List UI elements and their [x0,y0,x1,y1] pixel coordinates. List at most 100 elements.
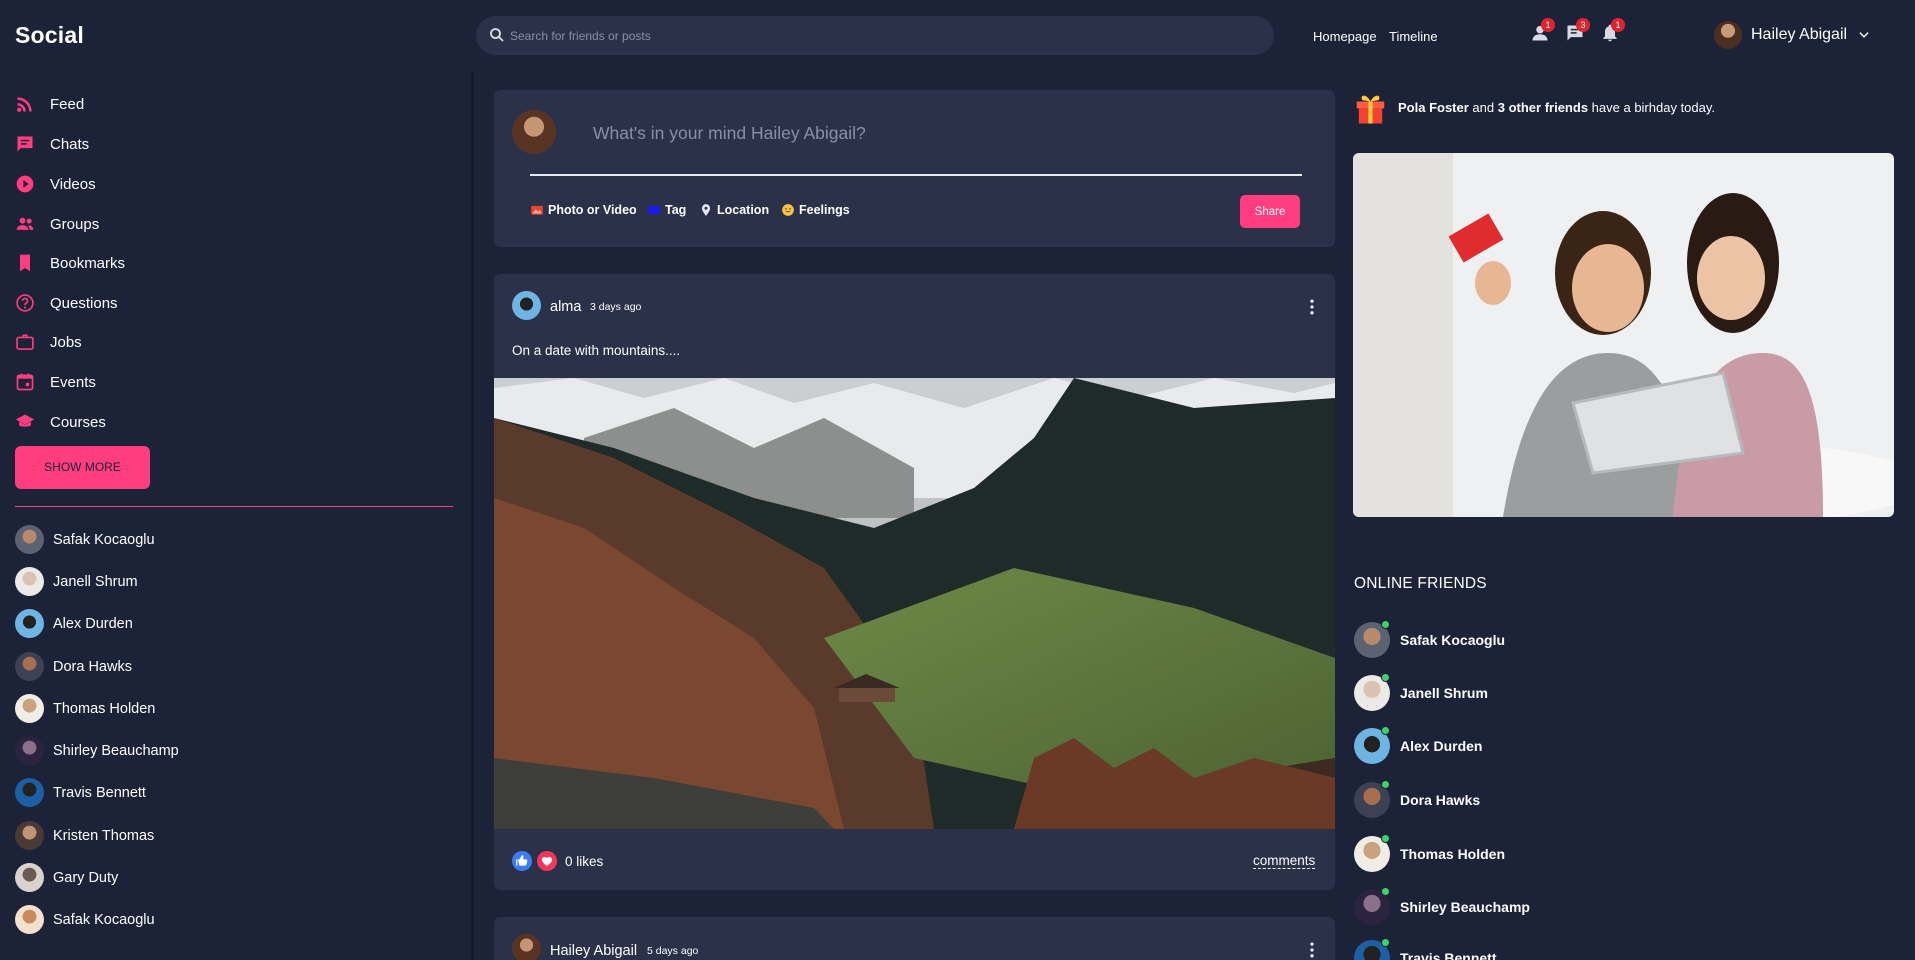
online-friend[interactable]: Travis Bennett [1354,938,1497,960]
sidebar-item-label: Videos [50,175,96,193]
friend-name: Safak Kocaoglu [53,531,155,548]
birthday-friend-name[interactable]: Pola Foster [1398,100,1469,115]
avatar [15,609,44,638]
post-card: alma 3 days ago On a date with mountains… [494,274,1335,890]
sidebar-friend[interactable]: Gary Duty [15,863,118,892]
birthday-suffix: have a birhday today. [1591,99,1716,115]
sidebar-friend[interactable]: Travis Bennett [15,778,146,807]
comments-link[interactable]: comments [1253,853,1316,869]
show-more-button[interactable]: SHOW MORE [15,446,150,489]
sidebar-friend[interactable]: Thomas Holden [15,694,155,723]
chevron-down-icon [1859,32,1869,38]
tag-icon [648,205,660,215]
ad-image[interactable] [1353,153,1894,517]
gift-icon [1356,95,1385,124]
friend-requests-button[interactable]: 1 [1530,18,1555,45]
post-author[interactable]: Hailey Abigail [550,943,637,959]
tag-option[interactable]: Tag [647,203,686,217]
sidebar-friend[interactable]: Kristen Thomas [15,821,154,850]
more-vertical-icon[interactable] [1302,297,1322,317]
search-input[interactable] [510,16,1250,55]
post-time: 5 days ago [647,945,699,957]
sidebar-item-label: Events [50,373,96,391]
share-button[interactable]: Share [1240,195,1300,228]
composer-input[interactable]: What's in your mind Hailey Abigail? [593,123,866,144]
photo-icon [531,205,543,215]
profile-menu[interactable]: Hailey Abigail [1714,21,1871,49]
sidebar-item-jobs[interactable]: Jobs [15,330,82,354]
friend-name: Safak Kocaoglu [53,911,155,928]
friend-name: Shirley Beauchamp [53,742,179,759]
sidebar-friend[interactable]: Janell Shrum [15,567,138,596]
app-logo[interactable]: Social [15,22,84,49]
location-option[interactable]: Location [699,203,769,217]
avatar[interactable] [512,291,541,320]
bookmark-icon [20,254,30,272]
more-vertical-icon[interactable] [1302,940,1322,960]
online-indicator [1381,938,1390,947]
like-button[interactable] [512,851,532,871]
sidebar-item-courses[interactable]: Courses [15,410,106,434]
option-label: Photo or Video [548,203,637,217]
sidebar-item-videos[interactable]: Videos [15,172,96,196]
avatar [15,525,44,554]
search-bar[interactable] [476,16,1274,55]
notifications-badge: 1 [1611,18,1625,32]
sidebar-item-questions[interactable]: Questions [15,291,118,315]
avatar [15,905,44,934]
notifications-button[interactable]: 1 [1600,18,1625,45]
avatar[interactable] [512,934,541,960]
online-indicator [1381,673,1390,682]
composer-underline [530,174,1302,176]
sidebar-item-feed[interactable]: Feed [15,92,84,116]
sidebar-item-events[interactable]: Events [15,370,96,394]
sidebar-item-groups[interactable]: Groups [15,212,99,236]
post-time: 3 days ago [590,301,642,313]
online-friend[interactable]: Janell Shrum [1354,673,1488,711]
birthday-others[interactable]: 3 other friends [1498,100,1588,115]
online-friend[interactable]: Alex Durden [1354,726,1483,764]
online-indicator [1381,887,1390,896]
avatar [1714,21,1742,49]
friend-name: Safak Kocaoglu [1400,632,1506,648]
sidebar-friend[interactable]: Safak Kocaoglu [15,525,155,554]
sidebar-friend[interactable]: Dora Hawks [15,652,132,681]
sidebar-scrollbar[interactable] [471,72,474,960]
friend-name: Travis Bennett [1400,950,1497,960]
page-scrollbar[interactable] [1896,0,1915,960]
post-photo[interactable] [494,378,1335,829]
photo-video-option[interactable]: Photo or Video [530,203,637,217]
love-button[interactable] [537,851,557,871]
friend-name: Thomas Holden [53,700,156,717]
online-friend[interactable]: Shirley Beauchamp [1354,887,1530,925]
option-label: Location [717,203,770,217]
online-friend[interactable]: Safak Kocaoglu [1354,620,1506,658]
calendar-icon [16,373,34,391]
post-text: On a date with mountains.... [512,343,681,358]
messages-button[interactable]: 3 [1565,18,1590,45]
avatar [15,736,44,765]
avatar [15,863,44,892]
profile-name: Hailey Abigail [1751,26,1848,43]
birthday-notice: Pola Foster and 3 other friends have a b… [1354,89,1715,125]
sidebar-friend[interactable]: Shirley Beauchamp [15,736,179,765]
friend-name: Thomas Holden [1400,846,1506,862]
sidebar-item-bookmarks[interactable]: Bookmarks [15,251,125,275]
timeline-link[interactable]: Timeline [1389,29,1438,44]
sidebar-item-label: Jobs [50,333,82,351]
avatar [15,778,44,807]
online-indicator [1381,726,1390,735]
friend-name: Alex Durden [1400,738,1483,754]
sidebar-item-chats[interactable]: Chats [15,132,89,156]
likes-count: 0 likes [565,853,604,869]
play-circle-icon [16,175,34,193]
feelings-option[interactable]: Feelings [781,203,850,217]
online-friend[interactable]: Thomas Holden [1354,834,1506,872]
online-friend[interactable]: Dora Hawks [1354,780,1480,818]
friend-name: Alex Durden [53,615,133,632]
homepage-link[interactable]: Homepage [1313,29,1377,44]
sidebar-friend[interactable]: Alex Durden [15,609,133,638]
briefcase-icon [16,334,34,350]
sidebar-friend[interactable]: Safak Kocaoglu [15,905,155,934]
post-author[interactable]: alma [550,299,581,315]
